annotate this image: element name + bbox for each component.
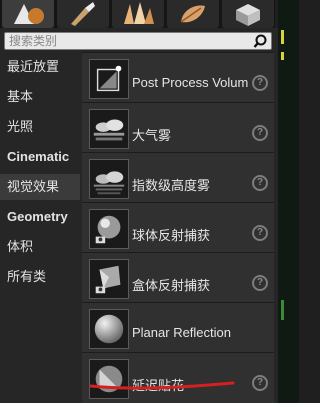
highlight-stripe: [281, 52, 284, 60]
help-icon[interactable]: ?: [252, 375, 268, 391]
item-list: Post Process Volum ? 大气雾 ? 指数级高度雾 ? 球体反射…: [82, 52, 274, 403]
category-lights[interactable]: 光照: [0, 114, 80, 140]
category-cinematic[interactable]: Cinematic: [0, 144, 80, 170]
box-reflection-capture-icon: [89, 259, 129, 299]
help-icon[interactable]: ?: [252, 175, 268, 191]
item-label: 指数级高度雾: [132, 178, 211, 193]
place-panel: 最近放置 基本 光照 Cinematic 视觉效果 Geometry 体积 所有…: [0, 28, 278, 403]
search-icon[interactable]: [253, 34, 268, 49]
mode-tab-foliage[interactable]: [167, 0, 219, 28]
search-input[interactable]: [9, 34, 249, 48]
category-all-classes[interactable]: 所有类: [0, 264, 80, 290]
brush-icon: [71, 2, 95, 26]
category-basic[interactable]: 基本: [0, 84, 80, 110]
category-visual-effects[interactable]: 视觉效果: [0, 174, 80, 200]
category-sidebar: 最近放置 基本 光照 Cinematic 视觉效果 Geometry 体积 所有…: [0, 52, 80, 403]
search-box: [4, 32, 272, 50]
item-label: 大气雾: [132, 128, 172, 143]
item-label: Planar Reflection: [132, 325, 231, 340]
mode-tab-geometry[interactable]: [222, 0, 274, 28]
help-icon[interactable]: ?: [252, 125, 268, 141]
category-volumes[interactable]: 体积: [0, 234, 80, 260]
help-icon[interactable]: ?: [252, 75, 268, 91]
spikes-icon: [124, 2, 154, 24]
item-label: Post Process Volum: [132, 75, 249, 90]
cube-icon: [236, 4, 260, 26]
help-icon[interactable]: ?: [252, 225, 268, 241]
category-geometry[interactable]: Geometry: [0, 204, 80, 230]
highlight-stripe: [281, 300, 284, 320]
highlight-stripe: [281, 30, 284, 44]
leaf-icon: [180, 5, 205, 23]
deferred-decal-icon: [89, 359, 129, 399]
exponential-height-fog-icon: [89, 159, 129, 199]
atmospheric-fog-icon: [89, 109, 129, 149]
cone-sphere-icon: [14, 4, 44, 24]
item-label: 盒体反射捕获: [132, 278, 211, 293]
post-process-volume-icon: [89, 59, 129, 99]
red-annotation-underline: [89, 381, 235, 390]
item-label: 球体反射捕获: [132, 228, 211, 243]
mode-tab-paint[interactable]: [57, 0, 109, 28]
mode-tab-place[interactable]: [2, 0, 54, 28]
viewport-edge: [278, 0, 299, 403]
planar-reflection-icon: [89, 309, 129, 349]
sphere-reflection-capture-icon: [89, 209, 129, 249]
mode-tab-landscape[interactable]: [112, 0, 164, 28]
help-icon[interactable]: ?: [252, 275, 268, 291]
mode-toolbar: [0, 0, 275, 28]
category-recent[interactable]: 最近放置: [0, 54, 80, 80]
list-item[interactable]: 延迟贴花 ?: [82, 352, 274, 403]
